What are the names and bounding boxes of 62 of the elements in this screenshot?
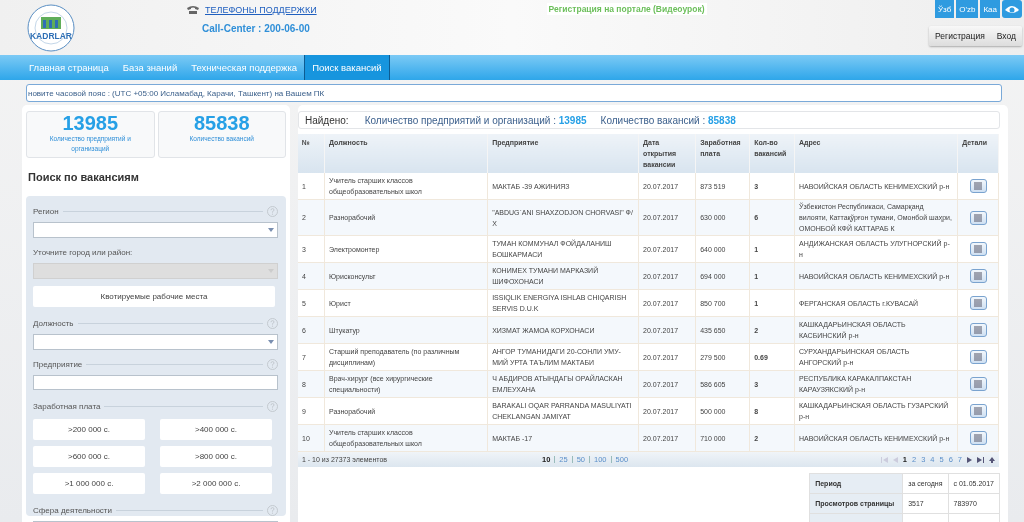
lines-icon xyxy=(973,245,984,254)
vacancies-count: Количество вакансий : 85838 xyxy=(600,114,736,126)
help-icon[interactable] xyxy=(267,205,278,217)
search-title: Поиск по вакансиям xyxy=(28,171,140,183)
first-page-icon[interactable] xyxy=(880,456,888,463)
phone-icon xyxy=(186,5,200,15)
details-button[interactable] xyxy=(969,179,987,194)
field-label: Заработная плата xyxy=(33,401,101,411)
next-page-icon[interactable] xyxy=(967,456,972,463)
quota-button[interactable]: Квотируемые рабочие места xyxy=(33,286,275,307)
field-label: Сфера деятельности xyxy=(33,505,112,515)
last-page-icon[interactable] xyxy=(977,456,984,463)
lines-icon xyxy=(973,353,984,362)
details-button[interactable] xyxy=(969,269,987,284)
lines-icon xyxy=(973,380,984,389)
salary-button[interactable]: >600 000 с. xyxy=(33,446,145,467)
details-button[interactable] xyxy=(969,404,987,419)
stat-value: 13985 xyxy=(61,112,120,134)
found-label: Найдено: xyxy=(305,114,349,126)
logo-text: KADRLAR xyxy=(30,31,72,41)
salary-button[interactable]: >1 000 000 с. xyxy=(33,473,145,494)
details-button[interactable] xyxy=(969,377,987,392)
details-button[interactable] xyxy=(969,431,987,446)
previous-page-icon[interactable] xyxy=(892,456,898,463)
help-icon[interactable] xyxy=(267,317,278,329)
help-icon[interactable] xyxy=(267,400,278,412)
lines-icon xyxy=(973,272,984,281)
salary-button[interactable]: >800 000 с. xyxy=(160,446,272,467)
dropdown-field[interactable] xyxy=(33,222,278,238)
stat-value: 85838 xyxy=(192,112,251,134)
field-label: Регион xyxy=(33,206,59,216)
details-button[interactable] xyxy=(969,296,987,311)
details-button[interactable] xyxy=(969,210,987,225)
salary-button[interactable]: >400 000 с. xyxy=(160,419,272,440)
call-center-number: Call-Center : 200-06-00 xyxy=(202,23,311,34)
input-field[interactable] xyxy=(33,375,278,390)
details-button[interactable] xyxy=(969,242,987,257)
lines-icon xyxy=(973,407,984,416)
lines-icon xyxy=(973,326,984,335)
timezone-notice: новите часовой пояс : (UTC +05:00 Исламабад, Карачи, Ташкент) на Вашем ПК xyxy=(26,84,1002,102)
companies-count: Количество предприятий и организаций : 13985 xyxy=(364,114,587,126)
caret-icon xyxy=(268,340,274,344)
field-label: Уточните город или район: xyxy=(33,247,133,257)
help-icon[interactable] xyxy=(267,358,278,370)
dropdown-field[interactable] xyxy=(33,334,278,350)
auth-button[interactable]: Вход xyxy=(990,26,1022,46)
lines-icon xyxy=(973,213,984,222)
salary-button[interactable]: >2 000 000 с. xyxy=(160,473,272,494)
eye-icon[interactable] xyxy=(1002,0,1022,18)
field-label: Должность xyxy=(33,318,74,328)
support-link[interactable]: ТЕЛЕФОНЫ ПОДДЕРЖКИ xyxy=(205,5,317,15)
help-icon[interactable] xyxy=(267,504,278,516)
lines-icon xyxy=(973,299,984,308)
caret-icon xyxy=(268,228,274,232)
details-button[interactable] xyxy=(969,323,987,338)
auth-button[interactable]: Регистрация xyxy=(929,26,991,46)
lines-icon xyxy=(973,434,984,443)
lines-icon xyxy=(973,182,984,191)
field-label: Предприятие xyxy=(33,359,83,369)
salary-button[interactable]: >200 000 с. xyxy=(33,419,145,440)
details-button[interactable] xyxy=(969,350,987,365)
up-arrow-icon[interactable] xyxy=(989,456,995,463)
